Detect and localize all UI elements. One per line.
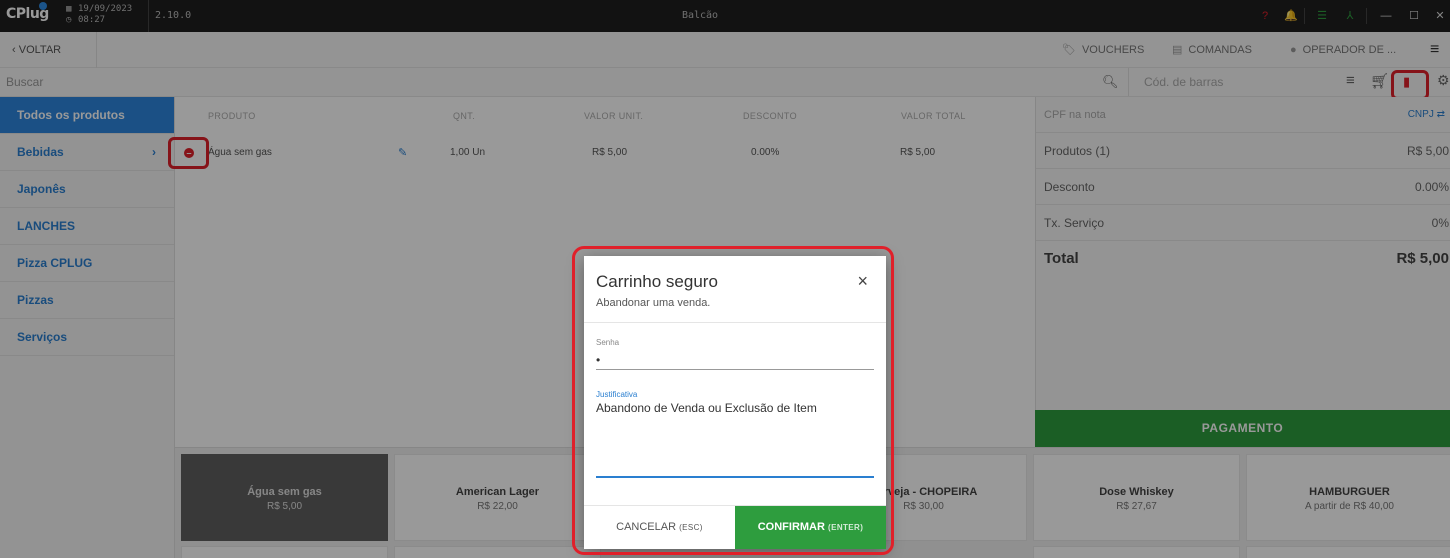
senha-field[interactable] — [596, 350, 874, 370]
dialog-title: Carrinho seguro — [596, 272, 718, 291]
justificativa-field[interactable]: Abandono de Venda ou Exclusão de Item — [596, 401, 874, 478]
close-icon[interactable]: × — [857, 272, 868, 290]
secure-cart-dialog: Carrinho seguro Abandonar uma venda. × S… — [584, 256, 886, 549]
dialog-divider — [584, 322, 886, 323]
dialog-subtitle: Abandonar uma venda. — [596, 297, 711, 309]
confirm-button[interactable]: CONFIRMAR (ENTER) — [735, 506, 886, 549]
cancel-button[interactable]: CANCELAR (ESC) — [584, 506, 735, 549]
justificativa-label: Justificativa — [596, 390, 638, 399]
senha-label: Senha — [596, 338, 620, 347]
dialog-footer: CANCELAR (ESC) CONFIRMAR (ENTER) — [584, 505, 886, 549]
